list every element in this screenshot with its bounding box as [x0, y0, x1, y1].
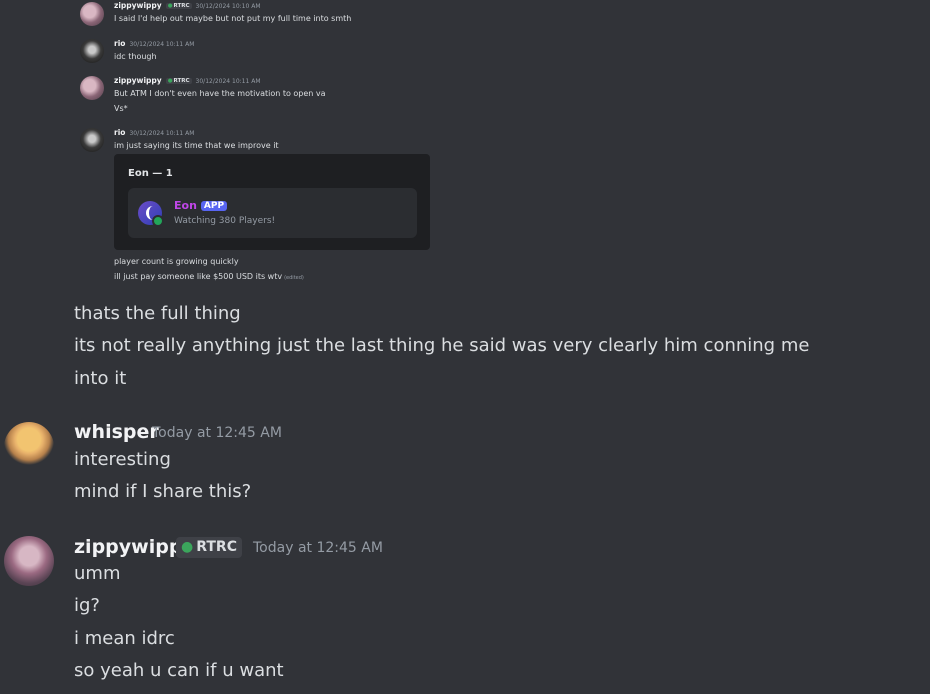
activity-embed: Eon — 1 Eon APP Watching 380 Players! — [114, 154, 430, 250]
app-badge: APP — [200, 201, 228, 211]
app-activity-card[interactable]: Eon APP Watching 380 Players! — [128, 188, 417, 238]
avatar-rio-small — [80, 39, 104, 63]
eon-app-icon — [138, 201, 164, 227]
avatar-zippywippy-small — [80, 76, 104, 100]
leaf-icon: ● — [167, 3, 173, 9]
shared-screenshot[interactable]: zippywippy ●RTRC 30/12/2024 10:10 AM I sai… — [80, 0, 500, 290]
screenshot-message-header: zippywippy ●RTRC 30/12/2024 10:10 AM — [114, 1, 261, 10]
message-text: idc though — [114, 52, 157, 61]
message-text: interesting — [74, 449, 171, 470]
message-text: so yeah u can if u want — [74, 660, 284, 681]
timestamp: 30/12/2024 10:11 AM — [195, 78, 261, 85]
message-text: ill just pay someone like $500 USD its w… — [114, 272, 304, 281]
message-text: into it — [74, 368, 127, 389]
leaf-icon: ● — [167, 78, 173, 84]
timestamp: 30/12/2024 10:10 AM — [195, 3, 261, 10]
embed-title: Eon — 1 — [128, 168, 173, 179]
timestamp: 30/12/2024 10:11 AM — [129, 41, 195, 48]
timestamp: Today at 12:45 AM — [253, 540, 383, 556]
avatar-zippywippy-small — [80, 2, 104, 26]
message-text: im just saying its time that we improve … — [114, 141, 279, 150]
message-text: ig? — [74, 595, 100, 616]
app-name: Eon APP — [174, 199, 228, 212]
screenshot-message-header: rio 30/12/2024 10:11 AM — [114, 128, 194, 137]
timestamp: Today at 12:45 AM — [152, 425, 282, 441]
username[interactable]: whisper — [74, 421, 159, 443]
message-text: umm — [74, 563, 121, 584]
message-text: player count is growing quickly — [114, 257, 239, 266]
username: zippywippy — [114, 1, 162, 10]
avatar-zippywippy[interactable] — [4, 536, 54, 586]
message-text: But ATM I don't even have the motivation… — [114, 89, 326, 98]
message-text: Vs* — [114, 104, 128, 113]
edited-label: (edited) — [284, 275, 304, 281]
username: rio — [114, 128, 126, 137]
username: zippywippy — [114, 76, 162, 85]
timestamp: 30/12/2024 10:11 AM — [129, 130, 195, 137]
message-text: its not really anything just the last th… — [74, 335, 810, 356]
screenshot-message-header: rio 30/12/2024 10:11 AM — [114, 39, 194, 48]
role-tag: ●RTRC — [165, 78, 192, 84]
role-tag: ●RTRC — [165, 3, 192, 9]
screenshot-message-header: zippywippy ●RTRC 30/12/2024 10:11 AM — [114, 76, 261, 85]
message-text: thats the full thing — [74, 303, 241, 324]
app-status: Watching 380 Players! — [174, 216, 276, 226]
message-text: mind if I share this? — [74, 481, 252, 502]
avatar-rio-small — [80, 128, 104, 152]
message-text: I said I'd help out maybe but not put my… — [114, 14, 352, 23]
role-tag[interactable]: ● RTRC — [176, 537, 242, 558]
leaf-icon: ● — [181, 539, 194, 555]
message-text: i mean idrc — [74, 628, 175, 649]
avatar-whisper[interactable] — [4, 422, 54, 472]
online-status-icon — [152, 215, 164, 227]
username: rio — [114, 39, 126, 48]
